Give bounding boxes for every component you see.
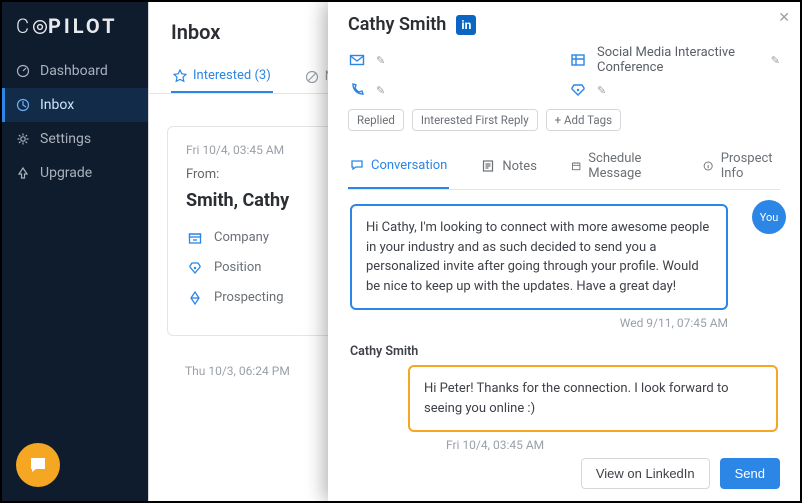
- sidebar-item-settings[interactable]: Settings: [2, 122, 148, 156]
- crown-icon: [569, 81, 587, 99]
- sidebar-item-upgrade[interactable]: Upgrade: [2, 156, 148, 190]
- info-icon: [703, 159, 713, 173]
- pencil-icon[interactable]: ✎: [771, 54, 780, 67]
- tab-notes[interactable]: Notes: [479, 143, 539, 189]
- tag-replied[interactable]: Replied: [348, 109, 404, 131]
- sidebar-item-dashboard[interactable]: Dashboard: [2, 54, 148, 88]
- sidebar-item-label: Inbox: [40, 97, 74, 113]
- chat-icon: [350, 158, 364, 172]
- timestamp-you: Wed 9/11, 07:45 AM: [350, 316, 728, 330]
- phone-cell[interactable]: ✎: [348, 81, 559, 99]
- prospect-name: Cathy Smith: [348, 14, 446, 35]
- sidebar: C PILOT Dashboard Inbox Settings Upgrade: [2, 2, 148, 501]
- sidebar-item-label: Dashboard: [40, 63, 108, 79]
- conversation-area: Hi Cathy, I'm looking to connect with mo…: [348, 190, 780, 458]
- tab-label: Conversation: [371, 158, 447, 173]
- tab-label: Prospect Info: [721, 151, 778, 181]
- notes-icon: [481, 159, 495, 173]
- prospecting-icon: [186, 289, 204, 307]
- send-button[interactable]: Send: [720, 458, 780, 489]
- sender-name: Cathy Smith: [350, 344, 778, 359]
- email-icon: [348, 51, 366, 69]
- ban-icon: [305, 70, 319, 84]
- logo-rest: PILOT: [48, 14, 117, 38]
- sidebar-item-inbox[interactable]: Inbox: [2, 88, 148, 122]
- message-date: Fri 10/4, 03:45 AM: [186, 143, 306, 157]
- from-label: From:: [186, 167, 306, 182]
- position-icon: [186, 259, 204, 277]
- settings-icon: [16, 132, 30, 146]
- pencil-icon[interactable]: ✎: [597, 84, 606, 97]
- pencil-icon[interactable]: ✎: [376, 84, 385, 97]
- message-them: Hi Peter! Thanks for the connection. I l…: [408, 365, 778, 432]
- tab-interested[interactable]: Interested (3): [171, 60, 273, 93]
- prospecting-label: Prospecting: [214, 290, 284, 305]
- timestamp-them: Fri 10/4, 03:45 AM: [446, 438, 778, 452]
- tab-schedule[interactable]: Schedule Message: [569, 143, 671, 189]
- logo-c: C: [16, 14, 32, 38]
- from-name: Smith, Cathy: [186, 190, 306, 213]
- tag-interested-first-reply[interactable]: Interested First Reply: [412, 109, 538, 131]
- company-row: Company: [186, 229, 306, 247]
- tab-conversation[interactable]: Conversation: [348, 143, 449, 189]
- tab-label: Schedule Message: [588, 151, 669, 181]
- conference-name: Social Media Interactive Conference: [597, 45, 761, 75]
- upgrade-icon: [16, 166, 30, 180]
- conference-cell[interactable]: Social Media Interactive Conference ✎: [569, 45, 780, 75]
- company-icon: [186, 229, 204, 247]
- prospect-panel: ✕ Cathy Smith in ✎ Social Media Interact…: [328, 2, 800, 501]
- tab-label: Notes: [502, 159, 537, 174]
- phone-icon: [348, 81, 366, 99]
- star-icon: [173, 69, 187, 83]
- sidebar-item-label: Settings: [40, 131, 91, 147]
- inbox-icon: [16, 98, 30, 112]
- tab-prospect-info[interactable]: Prospect Info: [701, 143, 780, 189]
- email-cell[interactable]: ✎: [348, 45, 559, 75]
- logo: C PILOT: [2, 14, 148, 54]
- linkedin-icon[interactable]: in: [456, 15, 476, 35]
- intercom-launcher[interactable]: [16, 443, 60, 487]
- company-icon: [569, 51, 587, 69]
- pencil-icon[interactable]: ✎: [376, 54, 385, 67]
- tab-label: Interested (3): [193, 68, 271, 83]
- position-label: Position: [214, 260, 261, 275]
- position-row: Position: [186, 259, 306, 277]
- chat-icon: [27, 454, 49, 476]
- tags-row: Replied Interested First Reply + Add Tag…: [348, 109, 780, 131]
- sidebar-item-label: Upgrade: [40, 165, 92, 181]
- tag-add[interactable]: + Add Tags: [546, 109, 621, 131]
- calendar-icon: [571, 159, 581, 173]
- close-icon[interactable]: ✕: [778, 10, 790, 26]
- message-you: Hi Cathy, I'm looking to connect with mo…: [350, 204, 728, 310]
- crown-cell[interactable]: ✎: [569, 81, 780, 99]
- panel-tabs: Conversation Notes Schedule Message Pros…: [348, 143, 780, 190]
- you-badge: You: [752, 200, 780, 234]
- view-linkedin-button[interactable]: View on LinkedIn: [581, 458, 710, 489]
- dashboard-icon: [16, 64, 30, 78]
- prospecting-row: Prospecting: [186, 289, 306, 307]
- company-label: Company: [214, 230, 269, 245]
